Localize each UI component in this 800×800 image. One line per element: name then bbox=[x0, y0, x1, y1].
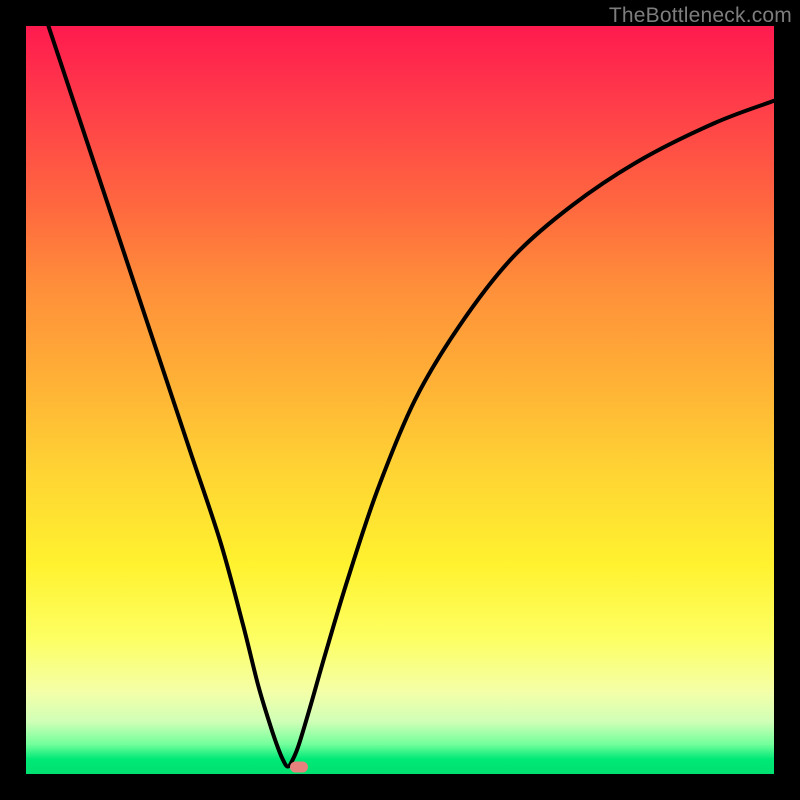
chart-plot-area bbox=[26, 26, 774, 774]
bottleneck-curve bbox=[26, 26, 774, 774]
optimal-point-marker bbox=[290, 761, 308, 772]
watermark-text: TheBottleneck.com bbox=[609, 4, 792, 28]
